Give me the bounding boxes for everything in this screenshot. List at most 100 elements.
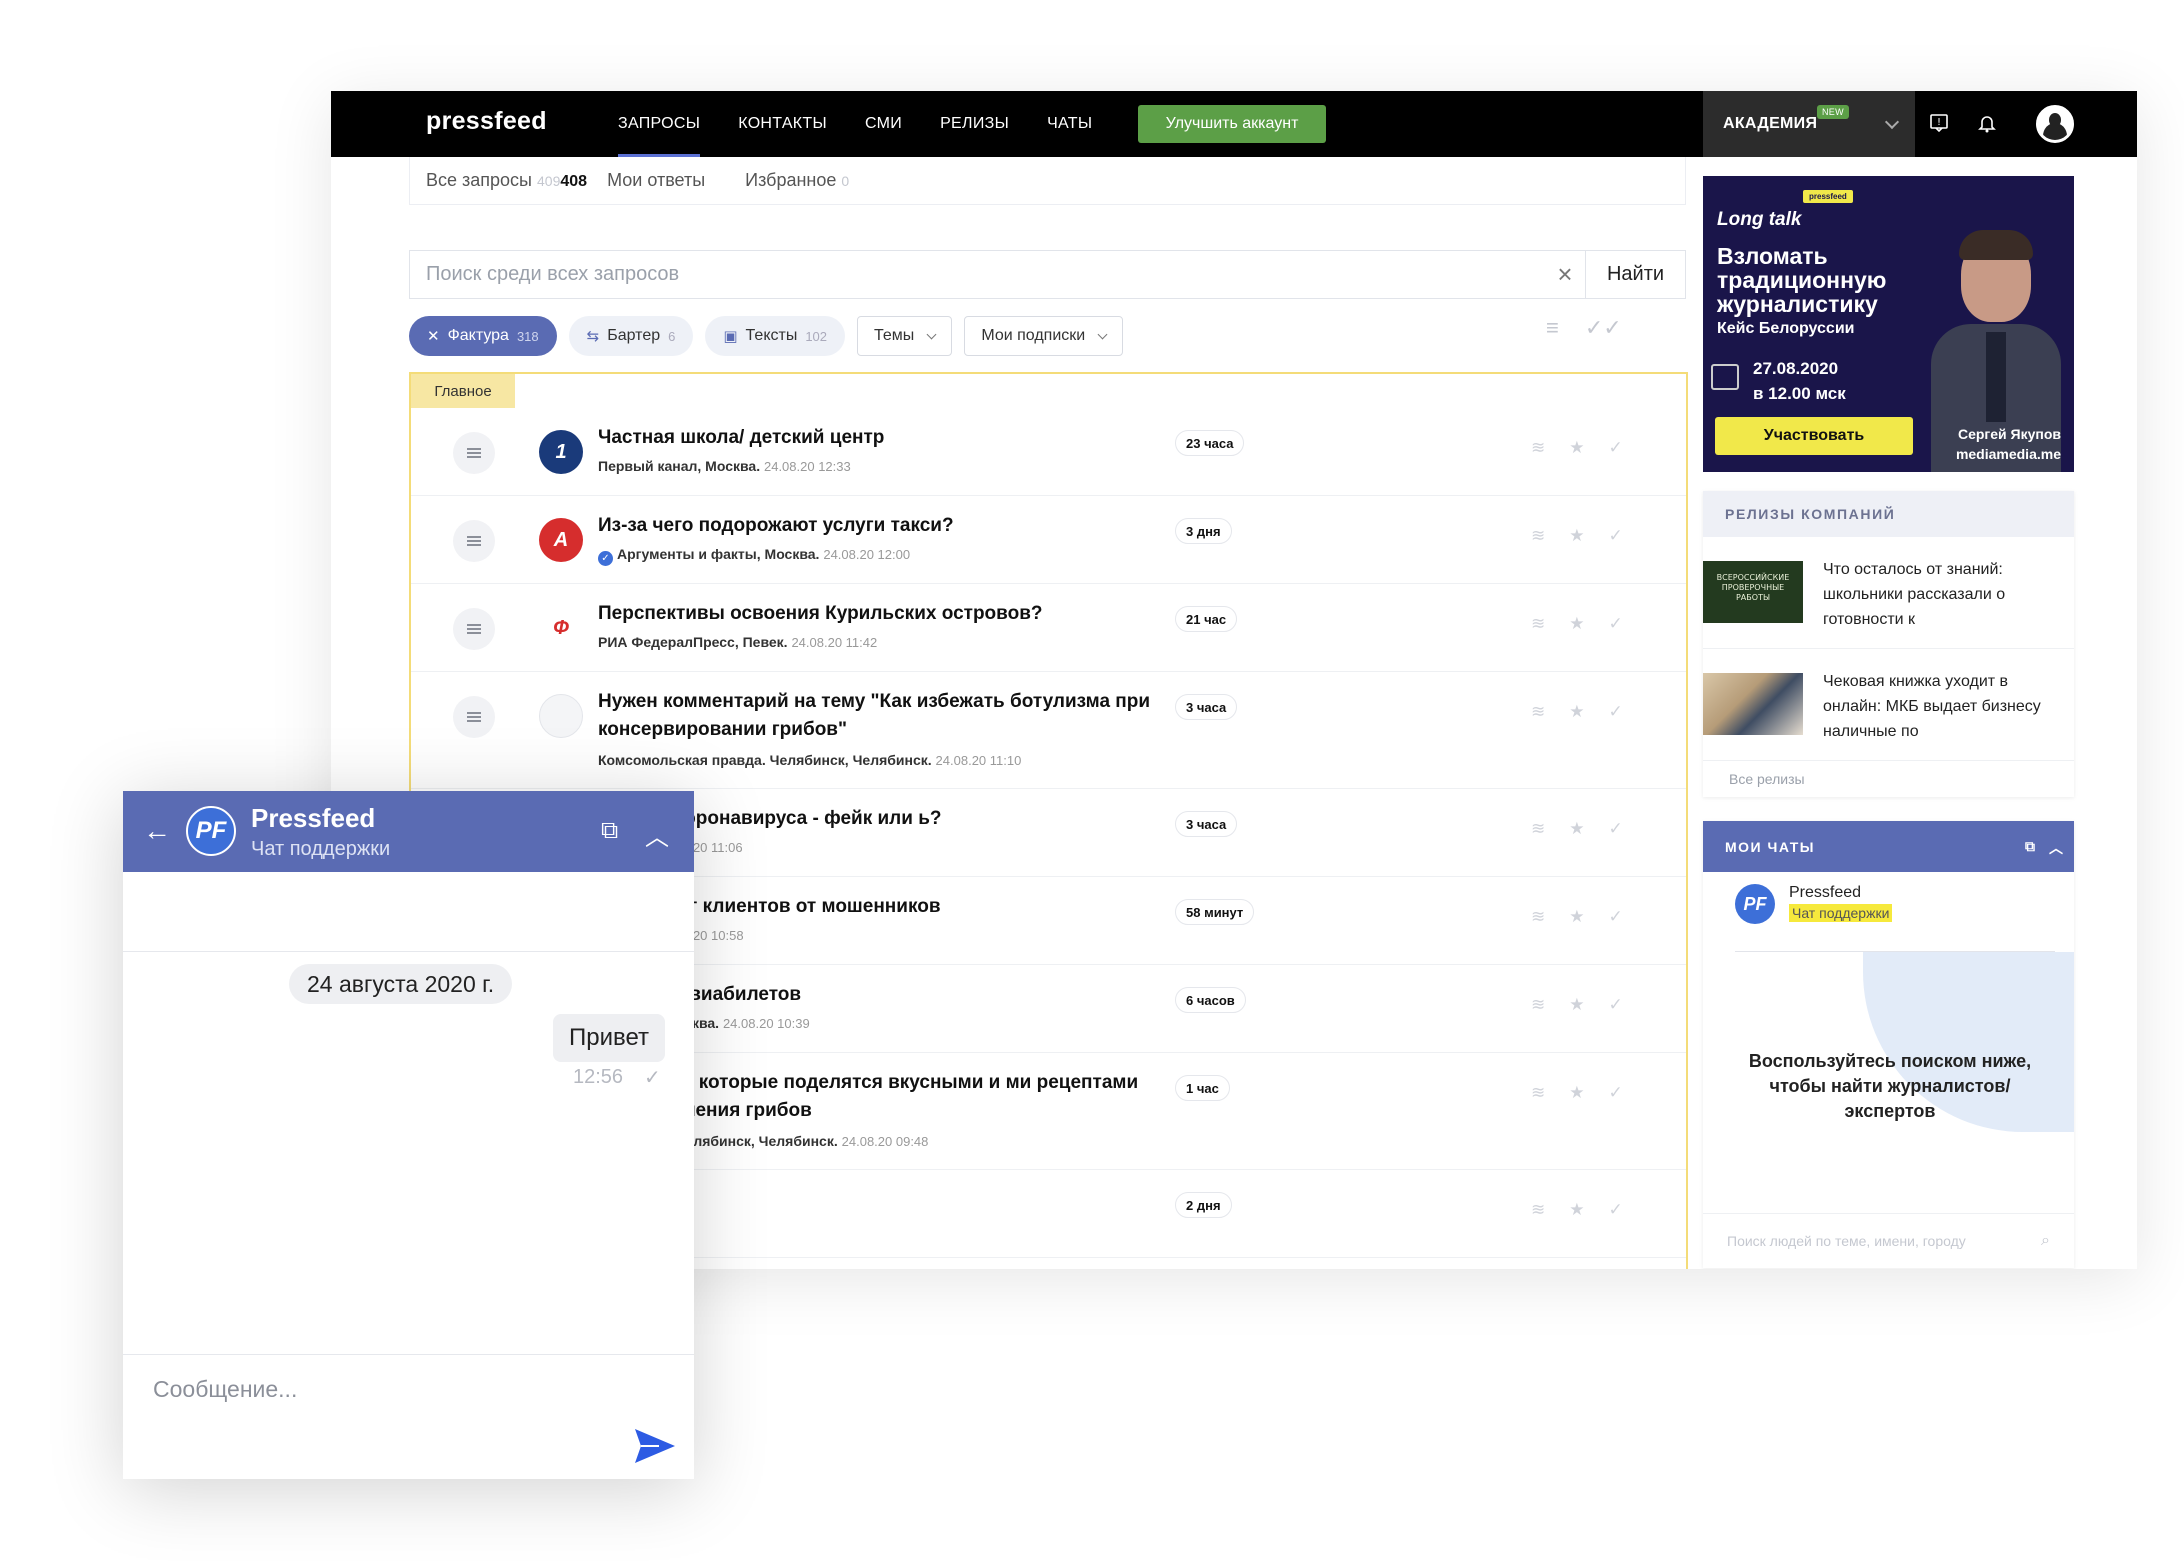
request-search-bar: × Найти bbox=[409, 250, 1686, 299]
company-releases-widget: РЕЛИЗЫ КОМПАНИЙ ВСЕРОССИЙСКИЕ ПРОВЕРОЧНЫ… bbox=[1703, 491, 2074, 797]
row-actions: ≋ ★ ✓ bbox=[1531, 819, 1623, 839]
deadline-badge: 3 дня bbox=[1175, 518, 1232, 544]
row-actions: ≋ ★ ✓ bbox=[1531, 526, 1623, 546]
check-icon[interactable]: ✓ bbox=[1609, 819, 1623, 839]
request-subtabs: Все запросы 409408 Мои ответы Избранное … bbox=[409, 157, 1686, 205]
subscribe-icon[interactable]: ≋ bbox=[1531, 819, 1545, 839]
release-item[interactable]: ВСЕРОССИЙСКИЕ ПРОВЕРОЧНЫЕ РАБОТЫ Что ост… bbox=[1703, 537, 2074, 649]
star-icon[interactable]: ★ bbox=[1569, 1083, 1584, 1103]
divider bbox=[123, 951, 694, 952]
user-avatar[interactable] bbox=[2036, 105, 2074, 143]
topics-select[interactable]: Темы bbox=[857, 316, 953, 356]
subscribe-icon[interactable]: ≋ bbox=[1531, 995, 1545, 1015]
star-icon[interactable]: ★ bbox=[1569, 1200, 1584, 1220]
clear-search-icon[interactable]: × bbox=[1545, 259, 1585, 290]
star-icon[interactable]: ★ bbox=[1569, 438, 1584, 458]
mark-all-read-icon[interactable]: ✓✓ bbox=[1585, 315, 1622, 341]
message-input[interactable] bbox=[153, 1371, 653, 1407]
message-composer bbox=[123, 1354, 694, 1479]
filter-chip-texts[interactable]: ▣ Тексты 102 bbox=[705, 316, 846, 356]
tab-all-requests[interactable]: Все запросы 409408 bbox=[426, 170, 587, 191]
promo-banner[interactable]: pressfeed Long talk Взломать традиционну… bbox=[1703, 176, 2074, 472]
check-icon[interactable]: ✓ bbox=[1609, 526, 1623, 546]
subscribe-icon[interactable]: ≋ bbox=[1531, 614, 1545, 634]
chevron-down-icon bbox=[1884, 114, 1900, 130]
filter-chip-barter[interactable]: ⇆ Бартер 6 bbox=[568, 316, 694, 356]
star-icon[interactable]: ★ bbox=[1569, 702, 1584, 722]
request-title[interactable]: Нужен комментарий на тему "Как избежать … bbox=[598, 688, 1158, 744]
nav-media[interactable]: СМИ bbox=[846, 91, 921, 157]
request-date: 24.08.20 09:48 bbox=[841, 1134, 929, 1149]
popout-icon[interactable]: ⧉ bbox=[601, 817, 618, 845]
check-icon[interactable]: ✓ bbox=[1609, 1083, 1623, 1103]
collapse-icon[interactable]: ︿ bbox=[2049, 838, 2065, 858]
request-title[interactable]: Перспективы освоения Курильских островов… bbox=[598, 600, 1158, 628]
main-nav: ЗАПРОСЫ КОНТАКТЫ СМИ РЕЛИЗЫ ЧАТЫ bbox=[599, 91, 1111, 157]
request-date: 24.08.20 11:42 bbox=[791, 635, 878, 650]
nav-requests[interactable]: ЗАПРОСЫ bbox=[599, 91, 719, 157]
subscribe-icon[interactable]: ≋ bbox=[1531, 438, 1545, 458]
check-icon[interactable]: ✓ bbox=[1609, 702, 1623, 722]
tab-favorites[interactable]: Избранное 0 bbox=[745, 170, 849, 191]
deadline-badge: 3 часа bbox=[1175, 811, 1238, 837]
document-icon[interactable] bbox=[453, 608, 495, 650]
nav-contacts[interactable]: КОНТАКТЫ bbox=[719, 91, 846, 157]
check-icon[interactable]: ✓ bbox=[1609, 614, 1623, 634]
message-time: 12:56 bbox=[573, 1066, 624, 1088]
document-icon[interactable] bbox=[453, 520, 495, 562]
academy-menu[interactable]: АКАДЕМИЯ NEW bbox=[1703, 91, 1915, 157]
star-icon[interactable]: ★ bbox=[1569, 819, 1584, 839]
star-icon[interactable]: ★ bbox=[1569, 907, 1584, 927]
check-icon[interactable]: ✓ bbox=[1609, 907, 1623, 927]
star-icon[interactable]: ★ bbox=[1569, 995, 1584, 1015]
sort-icon[interactable]: ≡ bbox=[1546, 315, 1559, 341]
popout-icon[interactable]: ⧉ bbox=[2025, 838, 2037, 855]
search-input[interactable] bbox=[410, 251, 1545, 298]
search-icon[interactable]: ⌕ bbox=[2041, 1232, 2050, 1250]
chat-list-item[interactable]: PF Pressfeed Чат поддержки bbox=[1703, 872, 2074, 952]
check-icon[interactable]: ✓ bbox=[1609, 438, 1623, 458]
people-search-input[interactable] bbox=[1727, 1233, 2042, 1249]
release-item[interactable]: Чековая книжка уходит в онлайн: МКБ выда… bbox=[1703, 649, 2074, 761]
request-row[interactable]: Ф Перспективы освоения Курильских острово… bbox=[411, 584, 1686, 672]
subscribe-icon[interactable]: ≋ bbox=[1531, 1200, 1545, 1220]
all-releases-link[interactable]: Все релизы bbox=[1703, 761, 2074, 797]
star-icon[interactable]: ★ bbox=[1569, 614, 1584, 634]
star-icon[interactable]: ★ bbox=[1569, 526, 1584, 546]
send-icon[interactable] bbox=[633, 1427, 677, 1465]
tab-my-answers[interactable]: Мои ответы bbox=[607, 170, 705, 191]
pressfeed-logo[interactable]: pressfeed bbox=[426, 107, 547, 136]
close-icon[interactable]: ✕ bbox=[427, 327, 440, 345]
nav-releases[interactable]: РЕЛИЗЫ bbox=[921, 91, 1028, 157]
subscribe-icon[interactable]: ≋ bbox=[1531, 702, 1545, 722]
document-icon[interactable] bbox=[453, 432, 495, 474]
help-icon[interactable]: ! bbox=[1927, 111, 1951, 135]
back-arrow-icon[interactable]: ← bbox=[143, 817, 171, 845]
upgrade-account-button[interactable]: Улучшить аккаунт bbox=[1138, 105, 1326, 143]
row-actions: ≋ ★ ✓ bbox=[1531, 1200, 1623, 1220]
participate-button[interactable]: Участвовать bbox=[1715, 417, 1913, 455]
request-source: Комсомольская правда. Челябинск, Челябин… bbox=[598, 752, 932, 768]
filter-chip-facts[interactable]: ✕ Фактура 318 bbox=[409, 316, 557, 356]
request-row[interactable]: Нужен комментарий на тему "Как избежать … bbox=[411, 672, 1686, 789]
subscriptions-select[interactable]: Мои подписки bbox=[964, 316, 1124, 356]
subscribe-icon[interactable]: ≋ bbox=[1531, 526, 1545, 546]
document-icon[interactable] bbox=[453, 696, 495, 738]
check-icon[interactable]: ✓ bbox=[1609, 995, 1623, 1015]
bell-icon[interactable] bbox=[1975, 111, 1999, 135]
subscribe-icon[interactable]: ≋ bbox=[1531, 907, 1545, 927]
find-button[interactable]: Найти bbox=[1585, 251, 1685, 298]
chat-header: ← PF Pressfeed Чат поддержки ⧉ ︿ bbox=[123, 791, 694, 872]
deadline-badge: 23 часа bbox=[1175, 430, 1245, 456]
request-title[interactable]: Из-за чего подорожают услуги такси? bbox=[598, 512, 1158, 540]
request-date: 24.08.20 11:10 bbox=[935, 753, 1022, 768]
nav-chats[interactable]: ЧАТЫ bbox=[1028, 91, 1111, 157]
request-row[interactable]: А Из-за чего подорожают услуги такси? ✓ Арг… bbox=[411, 496, 1686, 584]
request-row[interactable]: 1 Частная школа/ детский центр Первый кана… bbox=[411, 408, 1686, 496]
collapse-icon[interactable]: ︿ bbox=[645, 817, 669, 852]
request-title[interactable]: Частная школа/ детский центр bbox=[598, 424, 1158, 452]
chevron-down-icon bbox=[926, 329, 937, 339]
image-icon: ▣ bbox=[723, 328, 738, 345]
subscribe-icon[interactable]: ≋ bbox=[1531, 1083, 1545, 1103]
check-icon[interactable]: ✓ bbox=[1609, 1200, 1623, 1220]
